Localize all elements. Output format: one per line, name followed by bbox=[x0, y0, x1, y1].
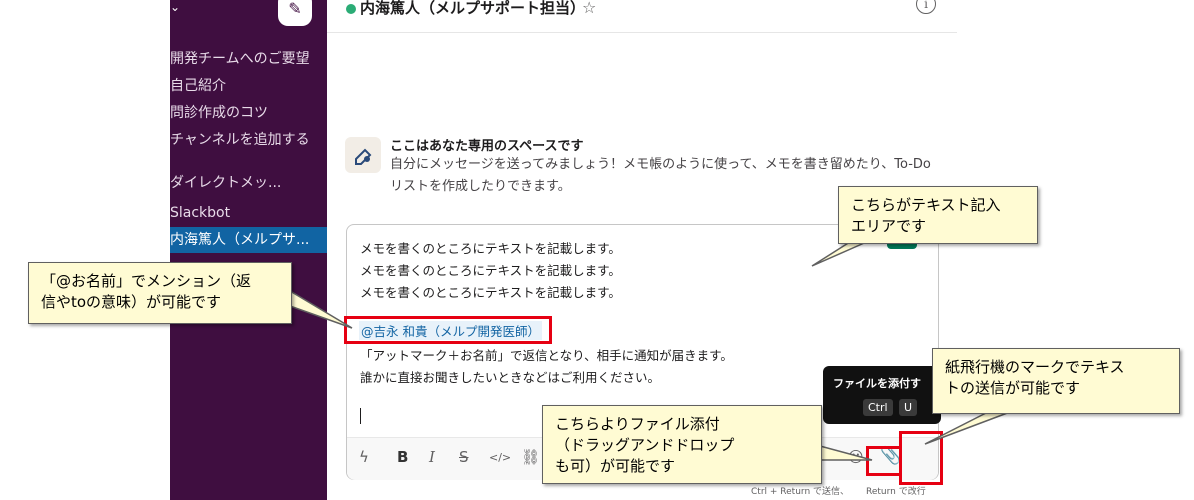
sidebar-item-utsumi[interactable]: 内海篤人（メルプサ... bbox=[170, 227, 327, 253]
bold-icon[interactable]: B bbox=[397, 448, 408, 466]
callout-line: （ドラッグアンドドロップ bbox=[555, 436, 735, 454]
attach-tooltip: ファイルを添付す Ctrl U bbox=[823, 366, 941, 424]
callout-mention: 「@お名前」でメンション（返 信やtoの意味）が可能です bbox=[28, 262, 292, 324]
sidebar-item-slackbot[interactable]: Slackbot bbox=[170, 200, 327, 226]
callout-line: も可）が可能です bbox=[555, 457, 676, 475]
strikethrough-icon[interactable]: S bbox=[459, 448, 469, 466]
tooltip-key-ctrl: Ctrl bbox=[863, 399, 893, 416]
sidebar-item-dev-requests[interactable]: 開発チームへのご要望 bbox=[170, 46, 327, 72]
tooltip-key-u: U bbox=[899, 399, 918, 416]
intro-title: ここはあなた専用のスペースです bbox=[390, 139, 584, 154]
sidebar-item-self-intro[interactable]: 自己紹介 bbox=[170, 73, 327, 99]
attach-highlight bbox=[866, 446, 902, 476]
sidebar-item-direct-messages[interactable]: ダイレクトメッ... bbox=[170, 170, 327, 196]
chevron-down-icon[interactable]: ⌄ bbox=[170, 0, 180, 14]
sidebar-item-tips[interactable]: 問診作成のコツ bbox=[170, 100, 327, 126]
callout-attach: こちらよりファイル添付 （ドラッグアンドドロップ も可）が可能です bbox=[542, 405, 822, 484]
channel-header: 内海篤人（メルプサポート担当） ☆ i bbox=[327, 0, 957, 33]
callout-send: 紙飛行機のマークでテキス トの送信が可能です bbox=[932, 348, 1180, 414]
newline-hint: Return で改行 bbox=[866, 487, 926, 497]
composer-line: メモを書くのところにテキストを記載します。 bbox=[360, 241, 621, 256]
tooltip-title: ファイルを添付す bbox=[833, 377, 921, 390]
composer-line: メモを書くのところにテキストを記載します。 bbox=[360, 263, 621, 278]
text-cursor bbox=[360, 408, 361, 424]
emoji-icon[interactable]: ☺ bbox=[848, 448, 864, 466]
composer-line: 「アットマーク＋お名前」で返信となり、相手に通知が届きます。 bbox=[360, 348, 733, 363]
callout-line: 信やtoの意味）が可能です bbox=[41, 293, 222, 311]
callout-line: 紙飛行機のマークでテキス bbox=[945, 358, 1125, 376]
callout-text-area: こちらがテキスト記入 エリアです bbox=[838, 186, 1038, 244]
send-hint: Ctrl + Return で送信、 bbox=[751, 487, 850, 497]
mention-highlight bbox=[344, 316, 552, 344]
callout-line: こちらがテキスト記入 bbox=[851, 196, 1001, 214]
info-icon[interactable]: i bbox=[916, 0, 936, 14]
send-highlight bbox=[899, 431, 943, 485]
presence-dot-icon bbox=[346, 4, 356, 14]
callout-line: トの送信が可能です bbox=[945, 379, 1081, 397]
shortcuts-lightning-icon[interactable]: ϟ bbox=[359, 448, 369, 466]
star-icon[interactable]: ☆ bbox=[582, 0, 596, 17]
link-icon[interactable]: ⛓ bbox=[521, 448, 540, 466]
composer-line: メモを書くのところにテキストを記載します。 bbox=[360, 285, 621, 300]
notepad-icon bbox=[345, 137, 381, 173]
italic-icon[interactable]: I bbox=[429, 448, 435, 466]
callout-line: エリアです bbox=[851, 217, 927, 235]
sidebar-item-faded bbox=[170, 18, 327, 32]
channel-title[interactable]: 内海篤人（メルプサポート担当） bbox=[360, 0, 585, 18]
code-icon[interactable]: </> bbox=[489, 451, 511, 464]
sidebar: ⌄ ✎ 開発チームへのご要望 自己紹介 問診作成のコツ チャンネルを追加する ダ… bbox=[170, 0, 327, 500]
composer-line: 誰かに直接お聞きしたいときなどはご利用ください。 bbox=[360, 370, 661, 385]
callout-line: 「@お名前」でメンション（返 bbox=[41, 272, 252, 290]
callout-line: こちらよりファイル添付 bbox=[555, 415, 720, 433]
sidebar-item-add-channel[interactable]: チャンネルを追加する bbox=[170, 127, 327, 153]
